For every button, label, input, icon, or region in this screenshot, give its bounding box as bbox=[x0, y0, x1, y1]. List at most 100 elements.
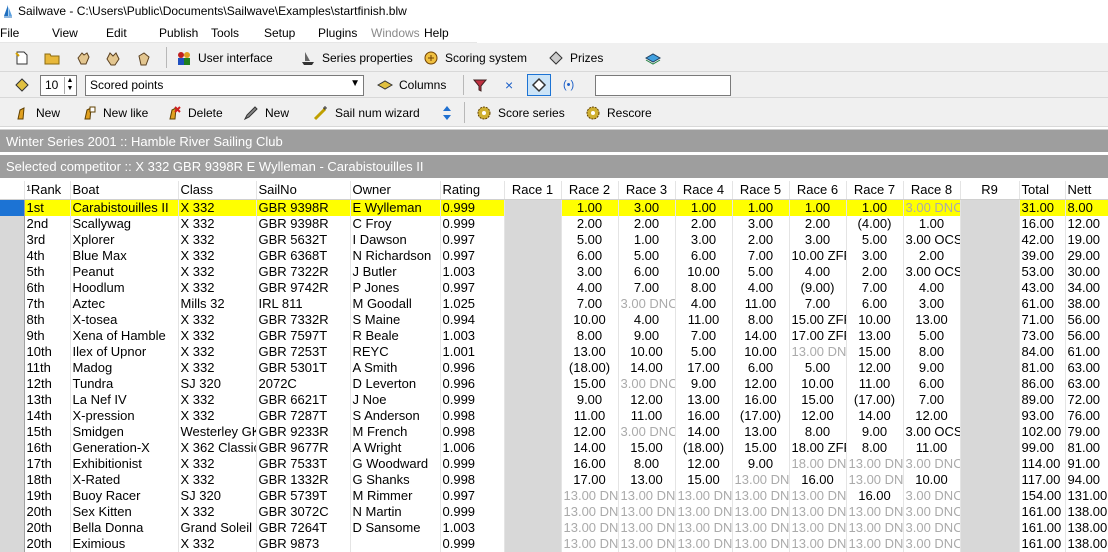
table-cell[interactable]: 14.00 bbox=[618, 360, 676, 376]
table-cell[interactable]: M Rimmer bbox=[350, 488, 441, 504]
menu-help[interactable]: Help bbox=[424, 26, 449, 40]
col-header-race3[interactable]: Race 3 bbox=[618, 181, 676, 200]
table-cell[interactable]: 0.998 bbox=[440, 472, 505, 488]
series-properties-button[interactable]: Series properties bbox=[300, 48, 413, 68]
table-cell[interactable]: 4.00 bbox=[675, 296, 733, 312]
table-cell[interactable]: Grand Soleil bbox=[178, 520, 257, 536]
table-cell[interactable]: 3.00 DNC bbox=[903, 504, 961, 520]
table-cell[interactable] bbox=[960, 216, 1020, 232]
menu-publish[interactable]: Publish bbox=[159, 26, 198, 40]
table-cell[interactable]: SJ 320 bbox=[178, 376, 257, 392]
new-race-button[interactable]: New bbox=[243, 103, 289, 123]
table-cell[interactable]: 138.00 bbox=[1065, 536, 1108, 552]
table-cell[interactable]: 17.00 bbox=[561, 472, 619, 488]
table-cell[interactable]: Scallywag bbox=[70, 216, 179, 232]
table-cell[interactable]: 12.00 bbox=[789, 408, 847, 424]
row-selector[interactable] bbox=[0, 344, 25, 360]
table-cell[interactable]: GBR 6368T bbox=[256, 248, 351, 264]
table-cell[interactable]: 117.00 bbox=[1019, 472, 1066, 488]
table-cell[interactable]: 8.00 bbox=[1065, 199, 1108, 216]
table-cell[interactable]: (4.00) bbox=[846, 216, 904, 232]
table-cell[interactable]: I Dawson bbox=[350, 232, 441, 248]
table-cell[interactable]: 15.00 bbox=[618, 440, 676, 456]
table-cell[interactable]: 12.00 bbox=[732, 376, 790, 392]
table-row[interactable]: 5th Peanut X 332 GBR 7322R J Butler 1.003 3.00… bbox=[0, 264, 1108, 280]
table-cell[interactable]: 13.00 DNC bbox=[789, 536, 847, 552]
table-cell[interactable]: (18.00) bbox=[675, 440, 733, 456]
table-cell[interactable]: 30.00 bbox=[1065, 264, 1108, 280]
table-cell[interactable]: 5th bbox=[24, 264, 71, 280]
table-cell[interactable] bbox=[504, 520, 562, 536]
table-cell[interactable]: 13.00 bbox=[561, 344, 619, 360]
table-cell[interactable]: 72.00 bbox=[1065, 392, 1108, 408]
table-cell[interactable]: 12.00 bbox=[561, 424, 619, 440]
table-cell[interactable]: 10.00 bbox=[789, 376, 847, 392]
table-cell[interactable]: 61.00 bbox=[1019, 296, 1066, 312]
table-cell[interactable]: 0.994 bbox=[440, 312, 505, 328]
scoring-system-button[interactable]: Scoring system bbox=[423, 48, 527, 68]
row-selector[interactable] bbox=[0, 392, 25, 408]
table-cell[interactable]: 76.00 bbox=[1065, 408, 1108, 424]
table-cell[interactable]: 5.00 bbox=[561, 232, 619, 248]
new-file-button[interactable] bbox=[14, 48, 36, 68]
table-cell[interactable]: 16.00 bbox=[789, 472, 847, 488]
table-cell[interactable]: 0.999 bbox=[440, 392, 505, 408]
table-cell[interactable]: 63.00 bbox=[1065, 376, 1108, 392]
table-cell[interactable]: 20th bbox=[24, 536, 71, 552]
table-cell[interactable]: 1.00 bbox=[618, 232, 676, 248]
menu-setup[interactable]: Setup bbox=[264, 26, 295, 40]
table-cell[interactable]: 11.00 bbox=[732, 296, 790, 312]
table-row[interactable]: 9th Xena of Hamble X 332 GBR 7597T R Beale 1.… bbox=[0, 328, 1108, 344]
table-cell[interactable]: 3.00 DNC bbox=[903, 199, 961, 216]
table-cell[interactable]: 0.999 bbox=[440, 216, 505, 232]
table-cell[interactable]: 102.00 bbox=[1019, 424, 1066, 440]
table-cell[interactable]: 17.00 ZFP bbox=[789, 328, 847, 344]
table-cell[interactable]: 7.00 bbox=[846, 280, 904, 296]
table-cell[interactable]: GBR 9398R bbox=[256, 216, 351, 232]
score-series-button[interactable]: Score series bbox=[476, 103, 565, 123]
table-cell[interactable]: X 332 bbox=[178, 312, 257, 328]
table-cell[interactable] bbox=[504, 408, 562, 424]
table-cell[interactable]: X 332 bbox=[178, 360, 257, 376]
table-cell[interactable]: 9.00 bbox=[618, 328, 676, 344]
table-cell[interactable]: 0.997 bbox=[440, 232, 505, 248]
table-cell[interactable]: 2.00 bbox=[675, 216, 733, 232]
table-cell[interactable]: 3.00 bbox=[732, 216, 790, 232]
table-cell[interactable] bbox=[504, 280, 562, 296]
table-cell[interactable]: 0.998 bbox=[440, 424, 505, 440]
table-cell[interactable]: 0.998 bbox=[440, 408, 505, 424]
table-cell[interactable]: 15.00 bbox=[675, 472, 733, 488]
table-cell[interactable]: 13.00 DNC bbox=[618, 536, 676, 552]
table-cell[interactable]: REYC bbox=[350, 344, 441, 360]
table-cell[interactable]: Sex Kitten bbox=[70, 504, 179, 520]
table-cell[interactable]: 11.00 bbox=[618, 408, 676, 424]
table-cell[interactable]: R Beale bbox=[350, 328, 441, 344]
col-header-r9[interactable]: R9 bbox=[960, 181, 1020, 200]
table-cell[interactable]: 13.00 bbox=[675, 392, 733, 408]
table-cell[interactable] bbox=[504, 472, 562, 488]
table-row[interactable]: 14th X-pression X 332 GBR 7287T S Anderson 0.… bbox=[0, 408, 1108, 424]
table-cell[interactable]: 0.997 bbox=[440, 248, 505, 264]
table-cell[interactable]: 4.00 bbox=[732, 280, 790, 296]
table-cell[interactable] bbox=[960, 488, 1020, 504]
table-cell[interactable]: 7th bbox=[24, 296, 71, 312]
table-cell[interactable]: 15.00 bbox=[789, 392, 847, 408]
tool-button-4[interactable] bbox=[105, 48, 127, 68]
table-cell[interactable]: 13.00 DNC bbox=[675, 536, 733, 552]
table-cell[interactable] bbox=[350, 536, 441, 552]
table-cell[interactable] bbox=[504, 232, 562, 248]
table-cell[interactable]: A Wright bbox=[350, 440, 441, 456]
row-selector[interactable] bbox=[0, 296, 25, 312]
table-cell[interactable]: 16.00 bbox=[846, 488, 904, 504]
row-selector[interactable] bbox=[0, 440, 25, 456]
table-cell[interactable]: 3.00 DNC bbox=[903, 520, 961, 536]
row-selector[interactable] bbox=[0, 424, 25, 440]
table-cell[interactable]: 3.00 DNC bbox=[618, 376, 676, 392]
table-cell[interactable]: 161.00 bbox=[1019, 504, 1066, 520]
table-cell[interactable]: 1.025 bbox=[440, 296, 505, 312]
table-cell[interactable]: 5.00 bbox=[732, 264, 790, 280]
table-cell[interactable]: Aztec bbox=[70, 296, 179, 312]
table-cell[interactable]: X 332 bbox=[178, 344, 257, 360]
table-cell[interactable]: 3.00 bbox=[561, 264, 619, 280]
table-cell[interactable]: 73.00 bbox=[1019, 328, 1066, 344]
